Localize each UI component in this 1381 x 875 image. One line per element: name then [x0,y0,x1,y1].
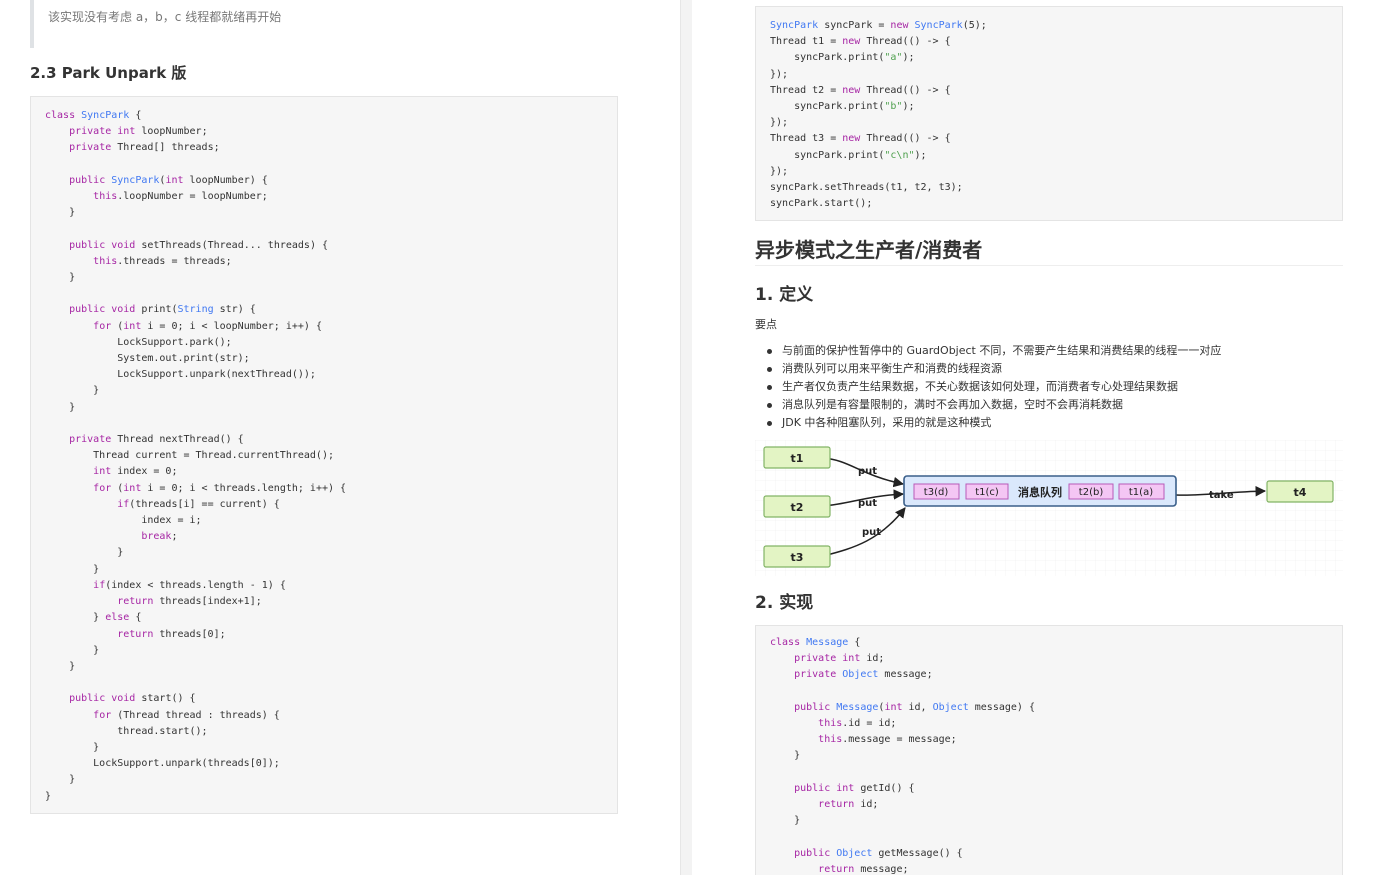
list-item: JDK 中各种阻塞队列，采用的就是这种模式 [755,414,1221,432]
definition-heading: 1. 定义 [755,285,814,305]
list-item: 消费队列可以用来平衡生产和消费的线程资源 [755,360,1221,378]
node-label: t3 [791,551,804,564]
code-text: class Message { private int id; private … [770,637,1035,875]
implementation-heading: 2. 实现 [755,593,814,613]
key-points-label: 要点 [755,318,777,331]
queue-item: t1(c) [975,487,999,498]
code-block-message: class Message { private int id; private … [755,625,1343,875]
queue-item: t3(d) [924,487,949,498]
producer-node-t3: t3 [763,545,831,568]
node-label: t4 [1294,486,1307,499]
code-block-syncpark: class SyncPark { private int loopNumber;… [30,96,618,814]
code-text: SyncPark syncPark = new SyncPark(5); Thr… [770,20,987,210]
heading-divider [755,265,1343,266]
producer-node-t2: t2 [763,495,831,518]
take-label: take [1209,490,1234,501]
section-heading-park-unpark: 2.3 Park Unpark 版 [30,64,187,82]
code-block-usage: SyncPark syncPark = new SyncPark(5); Thr… [755,6,1343,221]
message-queue: t3(d) t1(c) 消息队列 t2(b) t1(a) [903,475,1177,507]
left-page: 该实现没有考虑 a，b，c 线程都就绪再开始 2.3 Park Unpark 版… [0,0,680,875]
code-text: class SyncPark { private int loopNumber;… [45,110,347,802]
put-label: put [858,498,877,509]
producer-consumer-diagram: put put put take t1 t2 t3 t3(d) t1(c) 消息… [755,440,1343,576]
list-item: 消息队列是有容量限制的，满时不会再加入数据，空时不会再消耗数据 [755,396,1221,414]
put-label: put [858,466,877,477]
put-label: put [862,527,881,538]
node-label: t1 [791,452,804,465]
queue-label: 消息队列 [1018,485,1062,499]
note-text: 该实现没有考虑 a，b，c 线程都就绪再开始 [48,10,282,24]
queue-item: t2(b) [1079,487,1104,498]
key-points-list: 与前面的保护性暂停中的 GuardObject 不同，不需要产生结果和消费结果的… [755,342,1221,432]
grid-background [755,440,1343,576]
right-page: SyncPark syncPark = new SyncPark(5); Thr… [692,0,1381,875]
node-label: t2 [791,501,804,514]
producer-node-t1: t1 [763,446,831,469]
list-item: 与前面的保护性暂停中的 GuardObject 不同，不需要产生结果和消费结果的… [755,342,1221,360]
section-title: 异步模式之生产者/消费者 [755,238,983,262]
queue-item: t1(a) [1129,487,1153,498]
consumer-node-t4: t4 [1266,480,1334,503]
list-item: 生产者仅负责产生结果数据，不关心数据该如何处理，而消费者专心处理结果数据 [755,378,1221,396]
blockquote-note: 该实现没有考虑 a，b，c 线程都就绪再开始 [30,0,630,48]
